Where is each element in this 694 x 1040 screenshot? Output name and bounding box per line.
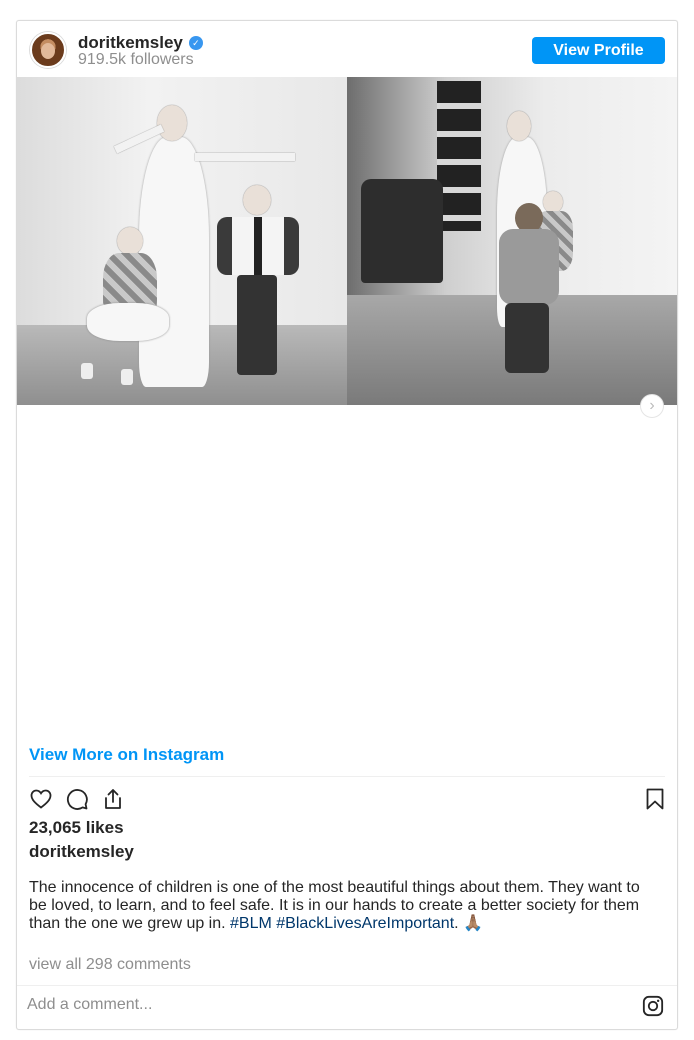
instagram-icon[interactable] [642,995,664,1017]
username-row: doritkemsley ✓ [78,33,203,53]
share-icon[interactable] [101,787,125,811]
action-bar [29,787,665,811]
view-more-link[interactable]: View More on Instagram [29,745,224,765]
bookmark-icon[interactable] [643,787,667,811]
post-media-carousel[interactable] [17,77,677,405]
hashtag-blm[interactable]: #BLM [230,915,272,932]
chevron-right-icon: › [649,397,655,414]
divider [29,776,665,777]
post-photo-2 [347,77,677,405]
caption-ending: . 🙏🏽 [454,915,483,932]
post-photo-1 [17,77,347,405]
carousel-next-button[interactable]: › [640,394,664,418]
view-profile-button[interactable]: View Profile [532,37,665,64]
like-count[interactable]: 23,065 likes [29,818,124,838]
username[interactable]: doritkemsley [78,33,183,53]
caption-author[interactable]: doritkemsley [29,842,134,862]
heart-icon[interactable] [29,787,53,811]
instagram-embed-card: doritkemsley ✓ 919.5k followers View Pro… [16,20,678,1030]
verified-badge-icon: ✓ [188,36,203,50]
add-comment-field[interactable]: Add a comment... [27,996,152,1014]
follower-count: 919.5k followers [78,51,194,68]
comment-icon[interactable] [65,787,89,811]
divider [17,985,677,986]
avatar[interactable] [30,32,66,68]
hashtag-blacklivesareimportant[interactable]: #BlackLivesAreImportant [276,915,454,932]
post-caption: The innocence of children is one of the … [29,879,659,933]
view-comments-link[interactable]: view all 298 comments [29,956,191,974]
post-header: doritkemsley ✓ 919.5k followers View Pro… [17,21,677,77]
